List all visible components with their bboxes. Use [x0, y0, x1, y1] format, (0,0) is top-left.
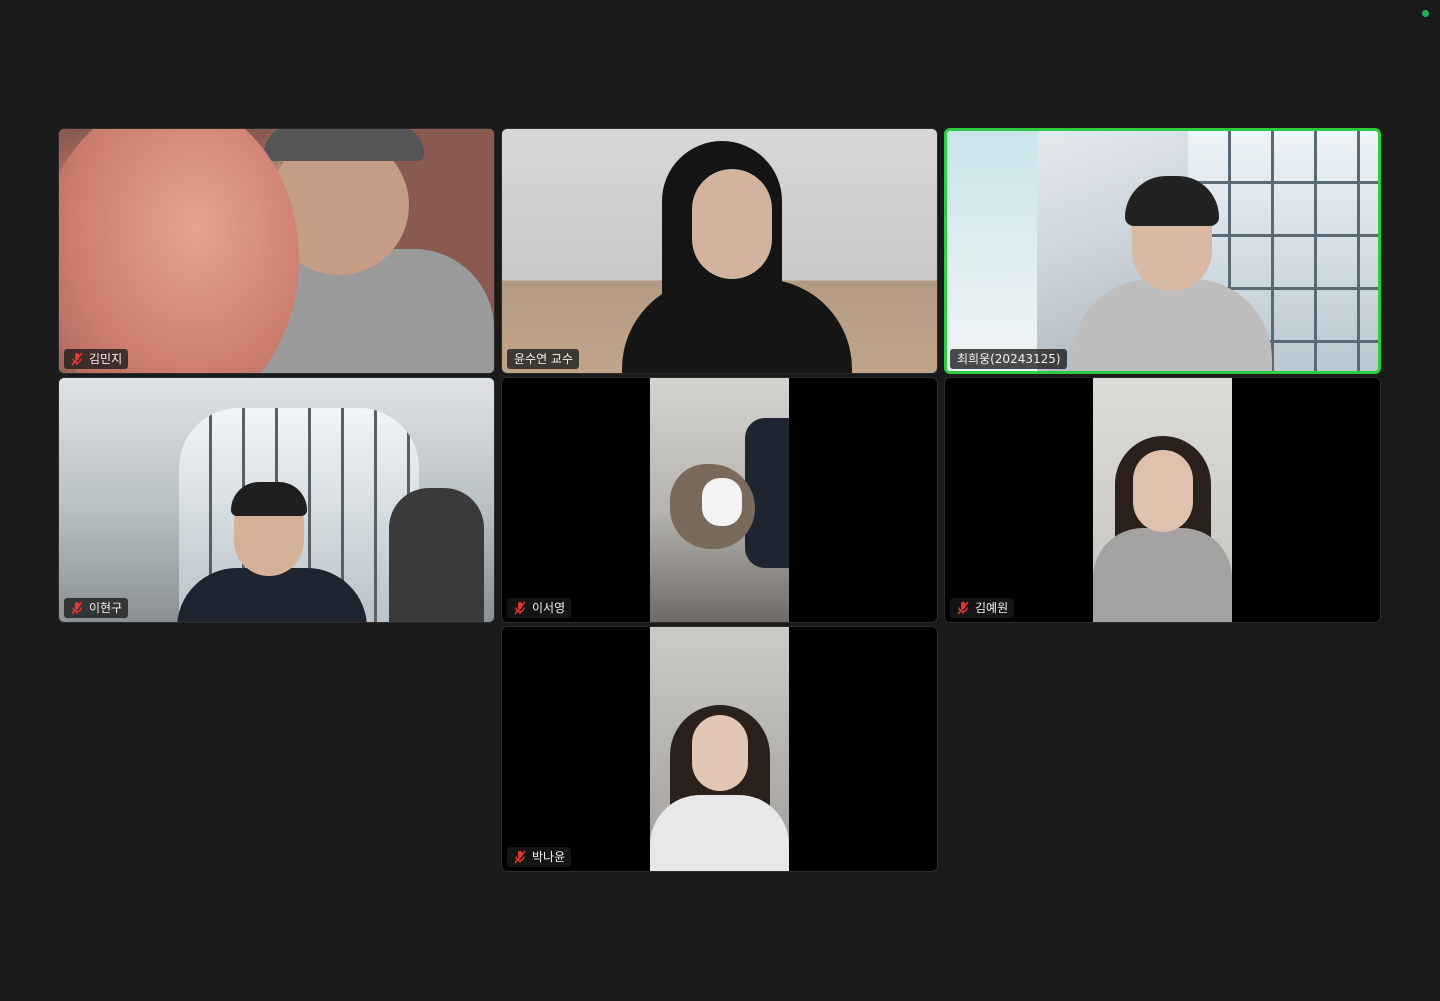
participant-tile[interactable]: 김민지 [58, 128, 495, 374]
participant-name-tag: 박나윤 [507, 847, 572, 867]
muted-mic-icon [955, 600, 971, 616]
participant-video [502, 129, 937, 373]
muted-mic-icon [512, 849, 528, 865]
participant-name: 김민지 [89, 352, 123, 366]
participant-tile[interactable]: 윤수연 교수 [501, 128, 938, 374]
participant-tile[interactable]: 이현구 [58, 377, 495, 623]
participant-name: 윤수연 교수 [514, 352, 574, 366]
participant-name: 김예원 [975, 601, 1009, 615]
participant-tile[interactable]: 이서영 [501, 377, 938, 623]
participant-name: 이서영 [532, 601, 566, 615]
participant-name-tag: 윤수연 교수 [507, 349, 580, 369]
connection-status-indicator [1422, 10, 1429, 17]
participant-tile[interactable]: 김예원 [944, 377, 1381, 623]
participant-name-tag: 이서영 [507, 598, 572, 618]
participant-video [1093, 378, 1232, 622]
participant-name: 박나윤 [532, 850, 566, 864]
participant-video [59, 378, 494, 622]
participant-video [650, 378, 789, 622]
participant-name: 이현구 [89, 601, 123, 615]
muted-mic-icon [69, 351, 85, 367]
muted-mic-icon [512, 600, 528, 616]
participant-name-tag: 김예원 [950, 598, 1015, 618]
participant-name: 최희웅(20243125) [957, 352, 1061, 366]
participant-tile[interactable]: 박나윤 [501, 626, 938, 872]
participant-tile-active-speaker[interactable]: 최희웅(20243125) [944, 128, 1381, 374]
participant-name-tag: 김민지 [64, 349, 129, 369]
participant-video [947, 131, 1378, 371]
participant-video [650, 627, 789, 871]
participant-video [59, 129, 494, 373]
muted-mic-icon [69, 600, 85, 616]
meeting-gallery-view: 김민지 윤수연 교수 최희웅(20243125) 이현구 이서영 김예원 박나윤 [0, 0, 1440, 1001]
participant-name-tag: 이현구 [64, 598, 129, 618]
participant-name-tag: 최희웅(20243125) [950, 349, 1067, 369]
